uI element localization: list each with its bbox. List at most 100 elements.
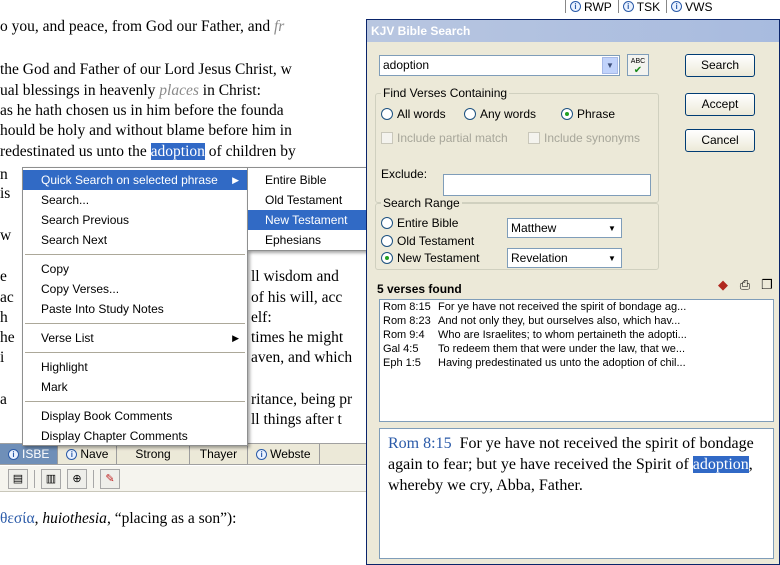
menu-search[interactable]: Search... [23, 190, 247, 210]
submenu-arrow-icon: ▶ [232, 175, 239, 185]
chevron-down-icon: ▼ [604, 220, 620, 237]
zoom-icon[interactable]: ⊕ [67, 468, 87, 489]
radio-new-testament[interactable]: New Testament [381, 251, 479, 265]
group-label: Find Verses Containing [381, 86, 510, 100]
radio-any-words[interactable]: Any words [464, 107, 536, 121]
radio-old-testament[interactable]: Old Testament [381, 234, 474, 248]
copy-icon[interactable]: ❐ [758, 276, 776, 294]
menu-search-next[interactable]: Search Next [23, 230, 247, 250]
submenu-ephesians[interactable]: Ephesians [248, 230, 376, 250]
accept-button[interactable]: Accept [685, 93, 755, 116]
menu-display-book-comments[interactable]: Display Book Comments [23, 406, 247, 426]
search-button[interactable]: Search [685, 54, 755, 77]
checkbox-partial-match[interactable]: Include partial match [381, 131, 508, 145]
table-row[interactable]: Gal 4:5 To redeem them that were under th… [380, 342, 773, 356]
table-row[interactable]: Eph 1:5 Having predestinated us unto the … [380, 356, 773, 370]
table-row[interactable]: Rom 9:4 Who are Israelites; to whom perta… [380, 328, 773, 342]
info-icon: i [256, 448, 268, 460]
radio-indicator [561, 108, 573, 120]
menu-copy[interactable]: Copy [23, 259, 247, 279]
tab-label: TSK [636, 0, 661, 13]
menu-verse-list[interactable]: Verse List ▶ [23, 328, 247, 348]
kjv-search-window: KJV Bible Search adoption ▼ ABC ✔ Search … [366, 19, 780, 565]
tab-vws[interactable]: i VWS [666, 0, 712, 13]
tab-rwp[interactable]: i RWP [565, 0, 612, 13]
verse-line: i aven, and which [0, 349, 353, 366]
search-query-combo[interactable]: adoption ▼ [379, 55, 620, 76]
tab-tsk[interactable]: i TSK [617, 0, 661, 13]
dictionary-entry: θεσία, huiothesia, “placing as a son”): [0, 510, 237, 527]
info-icon: i [622, 1, 634, 12]
toolbar-separator [93, 469, 94, 488]
submenu-old-testament[interactable]: Old Testament [248, 190, 376, 210]
verse-line: o you, and peace, from God our Father, a… [0, 18, 285, 35]
verse-line: n [0, 166, 8, 183]
menu-quick-search[interactable]: Quick Search on selected phrase ▶ [23, 170, 247, 190]
cancel-button[interactable]: Cancel [685, 129, 755, 152]
radio-phrase[interactable]: Phrase [561, 107, 615, 121]
checkbox-synonyms[interactable]: Include synonyms [528, 131, 640, 145]
radio-indicator [381, 108, 393, 120]
spellcheck-icon[interactable]: ABC ✔ [627, 54, 649, 76]
tab-strong[interactable]: Strong [117, 444, 190, 464]
selected-word[interactable]: adoption [150, 143, 205, 160]
menu-separator [25, 254, 245, 255]
table-row[interactable]: Rom 8:15 For ye have not received the spi… [380, 300, 773, 314]
print-icon[interactable]: ⎙ [736, 276, 754, 294]
results-list: Rom 8:15 For ye have not received the spi… [379, 299, 774, 422]
radio-indicator [381, 235, 393, 247]
menu-separator [25, 401, 245, 402]
tab-label: VWS [685, 0, 713, 13]
to-book-select[interactable]: Revelation ▼ [507, 248, 622, 268]
tab-isbe[interactable]: i ISBE [0, 444, 59, 464]
menu-copy-verses[interactable]: Copy Verses... [23, 279, 247, 299]
menu-search-previous[interactable]: Search Previous [23, 210, 247, 230]
from-book-select[interactable]: Matthew ▼ [507, 218, 622, 238]
group-label: Search Range [381, 196, 462, 210]
table-row[interactable]: Rom 8:23 And not only they, but ourselves… [380, 314, 773, 328]
submenu-entire-bible[interactable]: Entire Bible [248, 170, 376, 190]
verse-line: ual blessings in heavenly places in Chri… [0, 82, 261, 99]
dictionary-tab-strip: i ISBE i Nave Strong Thayer i Webste [0, 443, 370, 465]
radio-indicator [464, 108, 476, 120]
radio-all-words[interactable]: All words [381, 107, 446, 121]
radio-indicator [381, 252, 393, 264]
checkbox-indicator [381, 132, 393, 144]
submenu-new-testament[interactable]: New Testament [248, 210, 376, 230]
preview-highlight: adoption [692, 456, 749, 473]
tab-webster[interactable]: i Webste [248, 444, 320, 464]
menu-display-chapter-comments[interactable]: Display Chapter Comments [23, 426, 247, 446]
bible-book-icon[interactable]: ◆ [714, 276, 732, 294]
verse-line: e ll wisdom and [0, 268, 339, 285]
quick-search-submenu: Entire Bible Old Testament New Testament… [247, 167, 377, 251]
tab-label: RWP [584, 0, 612, 13]
radio-indicator [381, 217, 393, 229]
verse-line: the God and Father of our Lord Jesus Chr… [0, 61, 292, 78]
window-title: KJV Bible Search [367, 20, 779, 42]
verse-line: redestinated us unto the adoption of chi… [0, 143, 296, 160]
info-icon: i [570, 1, 581, 12]
verse-line: ac of his will, acc [0, 289, 343, 306]
menu-mark[interactable]: Mark [23, 377, 247, 397]
checkbox-indicator [528, 132, 540, 144]
preview-reference[interactable]: Rom 8:15 [388, 435, 452, 452]
tab-nave[interactable]: i Nave [58, 444, 118, 464]
menu-highlight[interactable]: Highlight [23, 357, 247, 377]
document-icon[interactable]: ▤ [8, 468, 28, 489]
chevron-down-icon[interactable]: ▼ [602, 57, 618, 74]
context-menu: Quick Search on selected phrase ▶ Search.… [22, 167, 248, 446]
results-count: 5 verses found [377, 282, 462, 296]
toolbar-separator [34, 469, 35, 488]
info-icon: i [8, 448, 19, 460]
info-icon: i [66, 448, 78, 460]
verse-line: as he hath chosen us in him before the f… [0, 102, 284, 119]
menu-separator [25, 323, 245, 324]
menu-paste-study-notes[interactable]: Paste Into Study Notes [23, 299, 247, 319]
tab-thayer[interactable]: Thayer [190, 444, 249, 464]
radio-entire-bible[interactable]: Entire Bible [381, 216, 458, 230]
verse-line: is [0, 185, 11, 202]
exclude-input[interactable] [443, 174, 651, 196]
lookup-icon[interactable]: ✎ [100, 468, 120, 489]
menu-separator [25, 352, 245, 353]
book-icon[interactable]: ▥ [41, 468, 61, 489]
